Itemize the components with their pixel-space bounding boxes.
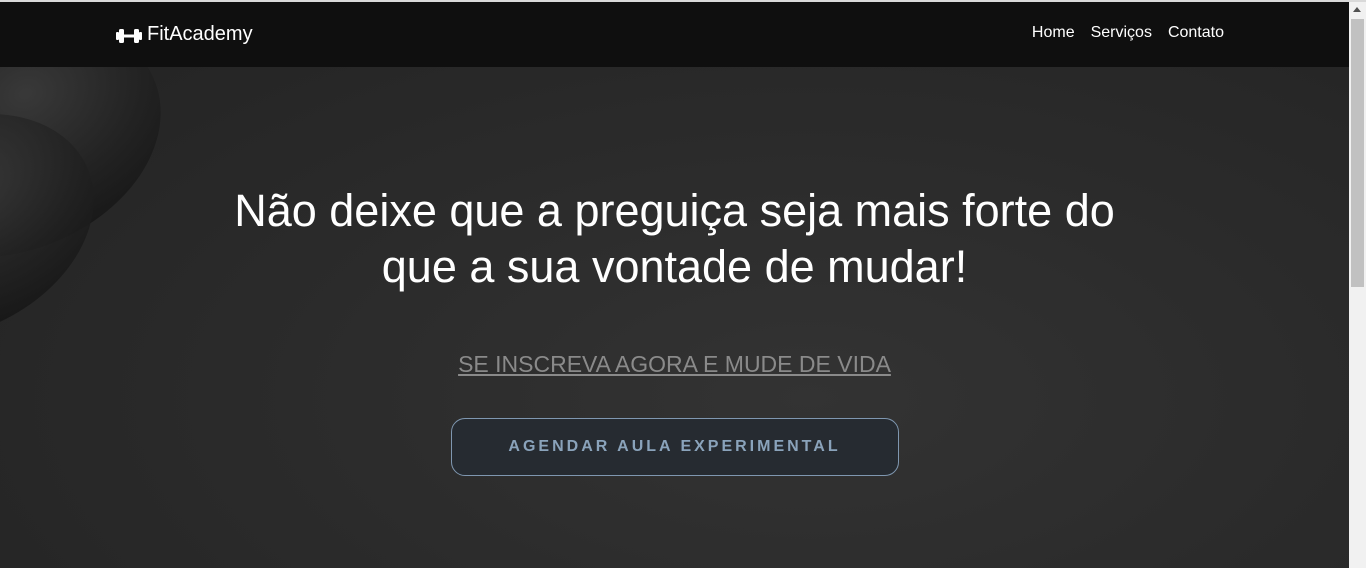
- scroll-up-arrow-icon[interactable]: [1353, 7, 1361, 12]
- brand-logo[interactable]: FitAcademy: [116, 23, 253, 46]
- window-top-border: [0, 0, 1366, 2]
- scrollbar-thumb[interactable]: [1351, 19, 1364, 287]
- brand-name: FitAcademy: [147, 23, 253, 45]
- nav-servicos-link[interactable]: Serviços: [1091, 24, 1152, 42]
- page: FitAcademy Home Serviços Contato Não dei…: [0, 2, 1349, 568]
- schedule-trial-class-button[interactable]: AGENDAR AULA EXPERIMENTAL: [450, 418, 899, 476]
- nav-menu: Home Serviços Contato: [1032, 24, 1224, 42]
- dumbbell-icon: [116, 27, 142, 43]
- signup-link[interactable]: SE INSCREVA AGORA E MUDE DE VIDA: [458, 351, 891, 378]
- vertical-scrollbar[interactable]: [1349, 2, 1366, 568]
- hero-title: Não deixe que a preguiça seja mais forte…: [234, 185, 1115, 292]
- nav-home-link[interactable]: Home: [1032, 24, 1075, 42]
- navbar: FitAcademy Home Serviços Contato: [0, 2, 1349, 67]
- hero-section: Não deixe que a preguiça seja mais forte…: [0, 67, 1349, 476]
- nav-contato-link[interactable]: Contato: [1168, 24, 1224, 42]
